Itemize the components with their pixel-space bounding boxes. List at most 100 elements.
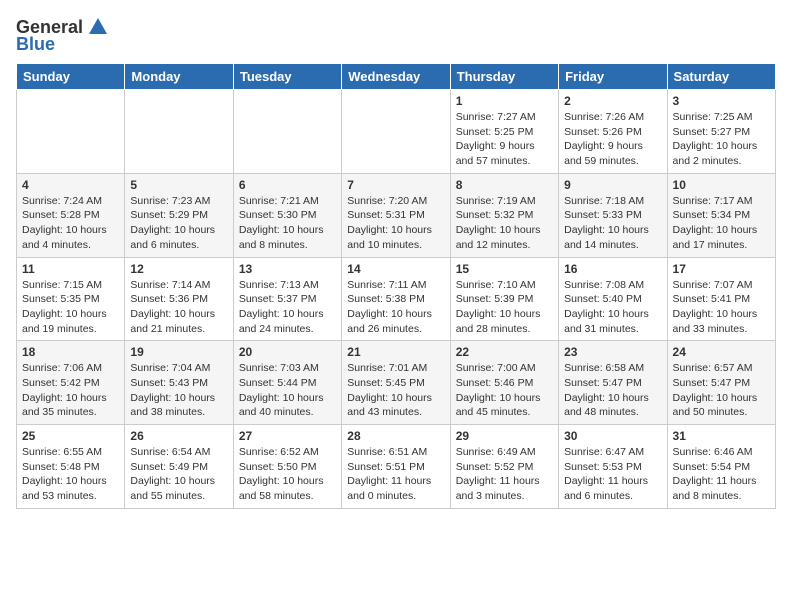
calendar-cell: 23 Sunrise: 6:58 AM Sunset: 5:47 PM Dayl…	[559, 341, 667, 425]
cell-info: Sunrise: 6:58 AM Sunset: 5:47 PM Dayligh…	[564, 361, 661, 420]
day-header-sunday: Sunday	[17, 64, 125, 90]
calendar-cell: 14 Sunrise: 7:11 AM Sunset: 5:38 PM Dayl…	[342, 257, 450, 341]
cell-info: Sunrise: 7:19 AM Sunset: 5:32 PM Dayligh…	[456, 194, 553, 253]
cell-info: Sunrise: 7:17 AM Sunset: 5:34 PM Dayligh…	[673, 194, 770, 253]
sunrise-text: Sunrise: 6:55 AM	[22, 446, 102, 458]
daylight-text: Daylight: 9 hours and 59 minutes.	[564, 140, 643, 167]
logo-blue: Blue	[16, 34, 55, 55]
daylight-text: Daylight: 10 hours and 10 minutes.	[347, 224, 432, 251]
sunrise-text: Sunrise: 7:18 AM	[564, 195, 644, 207]
sunset-text: Sunset: 5:33 PM	[564, 209, 642, 221]
cell-info: Sunrise: 7:15 AM Sunset: 5:35 PM Dayligh…	[22, 278, 119, 337]
day-number: 18	[22, 345, 119, 359]
daylight-text: Daylight: 11 hours and 6 minutes.	[564, 475, 648, 502]
cell-info: Sunrise: 7:08 AM Sunset: 5:40 PM Dayligh…	[564, 278, 661, 337]
sunset-text: Sunset: 5:40 PM	[564, 293, 642, 305]
calendar-cell: 26 Sunrise: 6:54 AM Sunset: 5:49 PM Dayl…	[125, 425, 233, 509]
calendar-cell	[125, 90, 233, 174]
sunrise-text: Sunrise: 7:20 AM	[347, 195, 427, 207]
cell-info: Sunrise: 6:55 AM Sunset: 5:48 PM Dayligh…	[22, 445, 119, 504]
sunrise-text: Sunrise: 7:06 AM	[22, 362, 102, 374]
daylight-text: Daylight: 9 hours and 57 minutes.	[456, 140, 535, 167]
calendar-cell: 12 Sunrise: 7:14 AM Sunset: 5:36 PM Dayl…	[125, 257, 233, 341]
header: General Blue	[16, 16, 776, 55]
day-number: 17	[673, 262, 770, 276]
sunrise-text: Sunrise: 6:52 AM	[239, 446, 319, 458]
logo: General Blue	[16, 16, 109, 55]
cell-info: Sunrise: 7:13 AM Sunset: 5:37 PM Dayligh…	[239, 278, 336, 337]
sunset-text: Sunset: 5:47 PM	[673, 377, 751, 389]
day-number: 5	[130, 178, 227, 192]
daylight-text: Daylight: 10 hours and 33 minutes.	[673, 308, 758, 335]
day-number: 25	[22, 429, 119, 443]
sunrise-text: Sunrise: 7:03 AM	[239, 362, 319, 374]
daylight-text: Daylight: 10 hours and 26 minutes.	[347, 308, 432, 335]
sunrise-text: Sunrise: 7:13 AM	[239, 279, 319, 291]
sunset-text: Sunset: 5:47 PM	[564, 377, 642, 389]
cell-info: Sunrise: 7:23 AM Sunset: 5:29 PM Dayligh…	[130, 194, 227, 253]
cell-info: Sunrise: 7:25 AM Sunset: 5:27 PM Dayligh…	[673, 110, 770, 169]
day-header-tuesday: Tuesday	[233, 64, 341, 90]
day-number: 23	[564, 345, 661, 359]
cell-info: Sunrise: 6:46 AM Sunset: 5:54 PM Dayligh…	[673, 445, 770, 504]
daylight-text: Daylight: 10 hours and 12 minutes.	[456, 224, 541, 251]
calendar-cell: 4 Sunrise: 7:24 AM Sunset: 5:28 PM Dayli…	[17, 173, 125, 257]
calendar-cell: 18 Sunrise: 7:06 AM Sunset: 5:42 PM Dayl…	[17, 341, 125, 425]
cell-info: Sunrise: 6:52 AM Sunset: 5:50 PM Dayligh…	[239, 445, 336, 504]
sunset-text: Sunset: 5:49 PM	[130, 461, 208, 473]
sunset-text: Sunset: 5:31 PM	[347, 209, 425, 221]
cell-info: Sunrise: 7:26 AM Sunset: 5:26 PM Dayligh…	[564, 110, 661, 169]
sunrise-text: Sunrise: 7:15 AM	[22, 279, 102, 291]
cell-info: Sunrise: 7:04 AM Sunset: 5:43 PM Dayligh…	[130, 361, 227, 420]
sunset-text: Sunset: 5:37 PM	[239, 293, 317, 305]
sunset-text: Sunset: 5:42 PM	[22, 377, 100, 389]
daylight-text: Daylight: 10 hours and 6 minutes.	[130, 224, 215, 251]
sunset-text: Sunset: 5:32 PM	[456, 209, 534, 221]
cell-info: Sunrise: 6:57 AM Sunset: 5:47 PM Dayligh…	[673, 361, 770, 420]
day-header-thursday: Thursday	[450, 64, 558, 90]
calendar-cell: 7 Sunrise: 7:20 AM Sunset: 5:31 PM Dayli…	[342, 173, 450, 257]
cell-info: Sunrise: 7:07 AM Sunset: 5:41 PM Dayligh…	[673, 278, 770, 337]
sunset-text: Sunset: 5:28 PM	[22, 209, 100, 221]
day-number: 30	[564, 429, 661, 443]
day-number: 9	[564, 178, 661, 192]
sunrise-text: Sunrise: 7:08 AM	[564, 279, 644, 291]
daylight-text: Daylight: 10 hours and 38 minutes.	[130, 392, 215, 419]
sunrise-text: Sunrise: 6:51 AM	[347, 446, 427, 458]
calendar-cell: 24 Sunrise: 6:57 AM Sunset: 5:47 PM Dayl…	[667, 341, 775, 425]
calendar-week-row: 18 Sunrise: 7:06 AM Sunset: 5:42 PM Dayl…	[17, 341, 776, 425]
day-number: 6	[239, 178, 336, 192]
day-number: 3	[673, 94, 770, 108]
daylight-text: Daylight: 10 hours and 17 minutes.	[673, 224, 758, 251]
daylight-text: Daylight: 10 hours and 2 minutes.	[673, 140, 758, 167]
calendar-cell: 25 Sunrise: 6:55 AM Sunset: 5:48 PM Dayl…	[17, 425, 125, 509]
day-number: 8	[456, 178, 553, 192]
daylight-text: Daylight: 10 hours and 19 minutes.	[22, 308, 107, 335]
cell-info: Sunrise: 7:18 AM Sunset: 5:33 PM Dayligh…	[564, 194, 661, 253]
sunrise-text: Sunrise: 7:23 AM	[130, 195, 210, 207]
daylight-text: Daylight: 10 hours and 14 minutes.	[564, 224, 649, 251]
calendar-cell: 5 Sunrise: 7:23 AM Sunset: 5:29 PM Dayli…	[125, 173, 233, 257]
calendar-week-row: 1 Sunrise: 7:27 AM Sunset: 5:25 PM Dayli…	[17, 90, 776, 174]
day-number: 24	[673, 345, 770, 359]
sunset-text: Sunset: 5:51 PM	[347, 461, 425, 473]
day-number: 10	[673, 178, 770, 192]
sunset-text: Sunset: 5:39 PM	[456, 293, 534, 305]
cell-info: Sunrise: 6:54 AM Sunset: 5:49 PM Dayligh…	[130, 445, 227, 504]
sunrise-text: Sunrise: 7:11 AM	[347, 279, 426, 291]
cell-info: Sunrise: 7:00 AM Sunset: 5:46 PM Dayligh…	[456, 361, 553, 420]
sunrise-text: Sunrise: 7:04 AM	[130, 362, 210, 374]
day-number: 16	[564, 262, 661, 276]
sunset-text: Sunset: 5:43 PM	[130, 377, 208, 389]
calendar-cell: 19 Sunrise: 7:04 AM Sunset: 5:43 PM Dayl…	[125, 341, 233, 425]
logo-icon	[87, 16, 109, 38]
day-number: 21	[347, 345, 444, 359]
calendar-cell	[17, 90, 125, 174]
day-header-monday: Monday	[125, 64, 233, 90]
sunrise-text: Sunrise: 7:25 AM	[673, 111, 753, 123]
daylight-text: Daylight: 10 hours and 58 minutes.	[239, 475, 324, 502]
cell-info: Sunrise: 6:51 AM Sunset: 5:51 PM Dayligh…	[347, 445, 444, 504]
sunset-text: Sunset: 5:30 PM	[239, 209, 317, 221]
daylight-text: Daylight: 10 hours and 48 minutes.	[564, 392, 649, 419]
cell-info: Sunrise: 7:11 AM Sunset: 5:38 PM Dayligh…	[347, 278, 444, 337]
